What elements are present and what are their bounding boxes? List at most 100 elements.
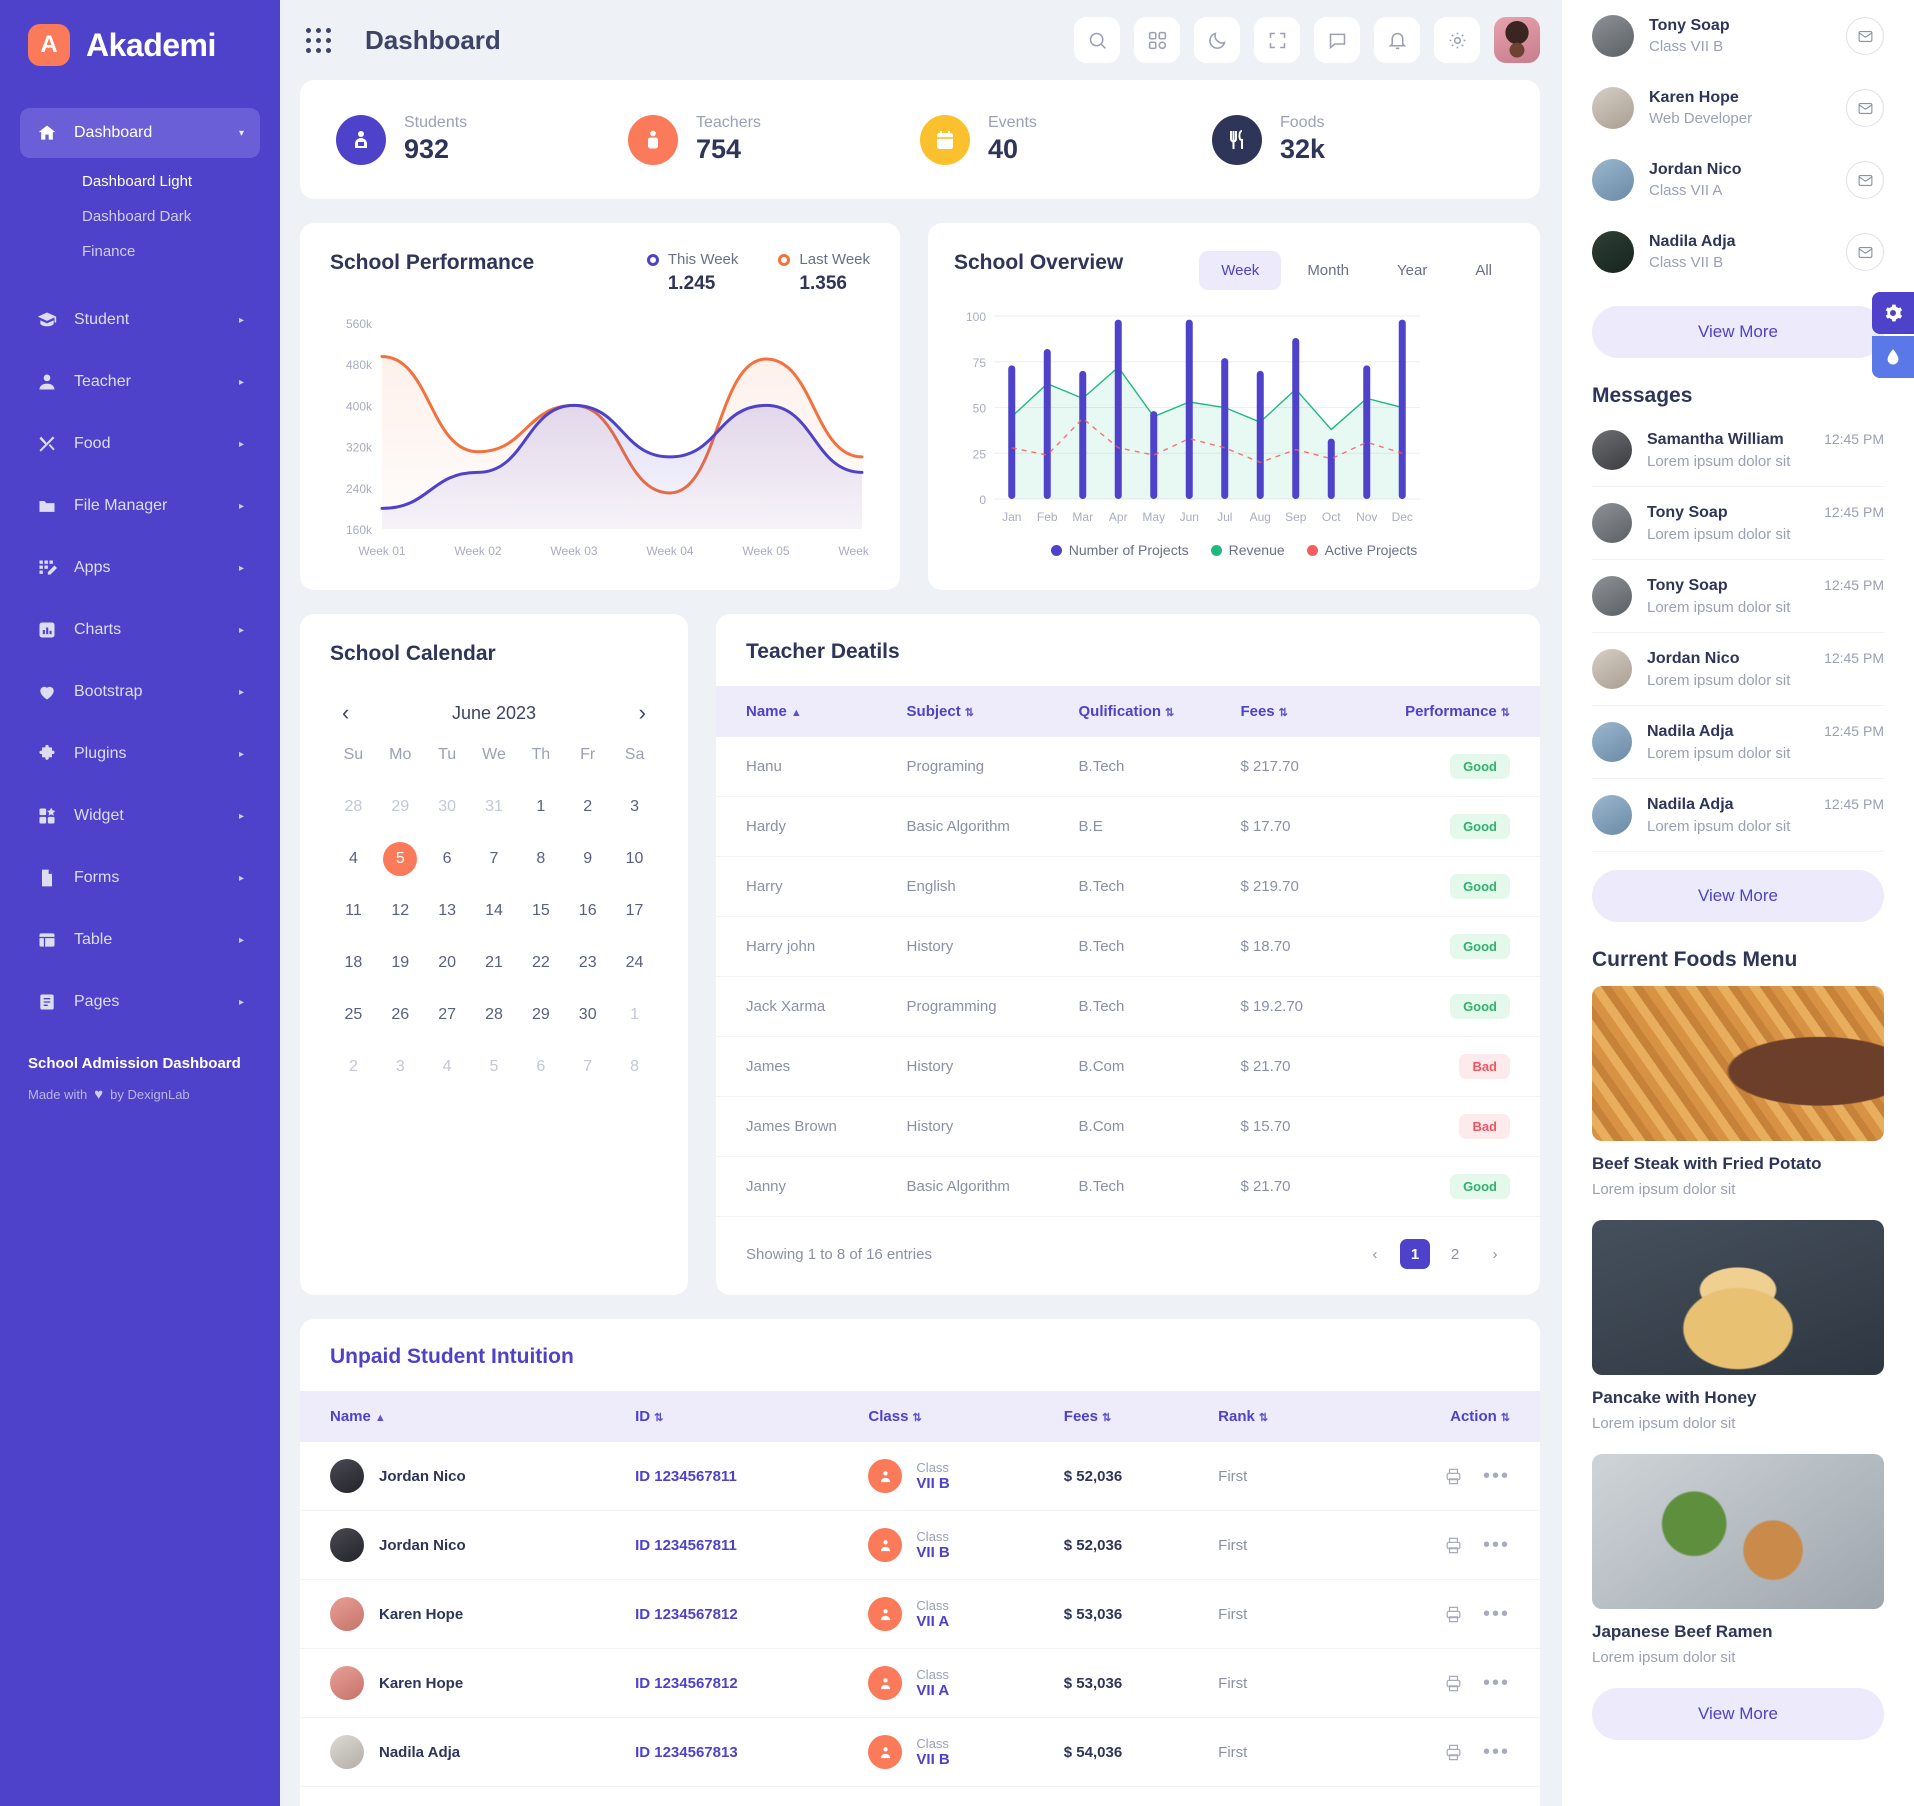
sidebar-item-charts[interactable]: Charts ▸ (20, 605, 260, 655)
calendar-day[interactable]: 28 (330, 790, 377, 824)
prev-page-icon[interactable]: ‹ (1360, 1239, 1390, 1269)
sidebar-item-student[interactable]: Student ▸ (20, 295, 260, 345)
foods-view-more-button[interactable]: View More (1592, 1688, 1884, 1740)
calendar-day[interactable]: 12 (377, 894, 424, 928)
calendar-day[interactable]: 11 (330, 894, 377, 928)
calendar-day[interactable]: 20 (424, 946, 471, 980)
calendar-day[interactable]: 10 (611, 842, 658, 876)
calendar-day[interactable]: 7 (564, 1050, 611, 1084)
mail-icon[interactable] (1846, 89, 1884, 127)
droplet-icon[interactable] (1872, 336, 1914, 378)
calendar-day[interactable]: 29 (377, 790, 424, 824)
calendar-day[interactable]: 1 (611, 998, 658, 1032)
sidebar-item-apps[interactable]: Apps ▸ (20, 543, 260, 593)
calendar-day[interactable]: 27 (424, 998, 471, 1032)
calendar-day[interactable]: 30 (424, 790, 471, 824)
calendar-day[interactable]: 7 (471, 842, 518, 876)
more-options-icon[interactable]: ••• (1483, 1466, 1510, 1486)
calendar-next-icon[interactable]: › (633, 700, 652, 726)
teacher-col-performance[interactable]: Performance ⇅ (1345, 686, 1540, 737)
mail-icon[interactable] (1846, 161, 1884, 199)
next-page-icon[interactable]: › (1480, 1239, 1510, 1269)
page-1-button[interactable]: 1 (1400, 1239, 1430, 1269)
mail-icon[interactable] (1846, 17, 1884, 55)
more-options-icon[interactable]: ••• (1483, 1742, 1510, 1762)
more-options-icon[interactable]: ••• (1483, 1673, 1510, 1693)
sidebar-item-forms[interactable]: Forms ▸ (20, 853, 260, 903)
calendar-day[interactable]: 19 (377, 946, 424, 980)
sidebar-item-plugins[interactable]: Plugins ▸ (20, 729, 260, 779)
fullscreen-icon[interactable] (1254, 17, 1300, 63)
calendar-day[interactable]: 22 (517, 946, 564, 980)
calendar-day[interactable]: 28 (471, 998, 518, 1032)
calendar-day[interactable]: 5 (471, 1050, 518, 1084)
teacher-col-qulification[interactable]: Qulification ⇅ (1064, 686, 1227, 737)
sidebar-item-teacher[interactable]: Teacher ▸ (20, 357, 260, 407)
page-2-button[interactable]: 2 (1440, 1239, 1470, 1269)
sidebar-item-pages[interactable]: Pages ▸ (20, 977, 260, 1027)
food-item[interactable]: Pancake with Honey Lorem ipsum dolor sit (1592, 1220, 1884, 1432)
calendar-day[interactable]: 9 (564, 842, 611, 876)
sidebar-item-widget[interactable]: Widget ▸ (20, 791, 260, 841)
calendar-day[interactable]: 1 (517, 790, 564, 824)
overview-range-all[interactable]: All (1453, 251, 1514, 290)
sidebar-item-dashboard[interactable]: Dashboard ▾ (20, 108, 260, 158)
calendar-day[interactable]: 23 (564, 946, 611, 980)
list-item[interactable]: Tony Soap Class VII B (1592, 0, 1884, 72)
unpaid-col-action[interactable]: Action ⇅ (1343, 1391, 1540, 1442)
calendar-day[interactable]: 15 (517, 894, 564, 928)
list-item[interactable]: Karen Hope Web Developer (1592, 72, 1884, 144)
calendar-day[interactable]: 16 (564, 894, 611, 928)
unpaid-col-class[interactable]: Class ⇅ (854, 1391, 1050, 1442)
messages-view-more-button[interactable]: View More (1592, 870, 1884, 922)
print-icon[interactable] (1444, 1674, 1463, 1693)
bell-icon[interactable] (1374, 17, 1420, 63)
teacher-col-name[interactable]: Name ▲ (716, 686, 893, 737)
print-icon[interactable] (1444, 1536, 1463, 1555)
overview-range-week[interactable]: Week (1199, 251, 1282, 290)
gear-icon[interactable] (1872, 292, 1914, 334)
more-options-icon[interactable]: ••• (1483, 1535, 1510, 1555)
teacher-col-fees[interactable]: Fees ⇅ (1226, 686, 1345, 737)
calendar-day[interactable]: 29 (517, 998, 564, 1032)
gear-icon[interactable] (1434, 17, 1480, 63)
unpaid-col-rank[interactable]: Rank ⇅ (1204, 1391, 1344, 1442)
print-icon[interactable] (1444, 1743, 1463, 1762)
calendar-day[interactable]: 2 (564, 790, 611, 824)
list-item[interactable]: Jordan Nico Class VII A (1592, 144, 1884, 216)
message-item[interactable]: Samantha William 12:45 PM Lorem ipsum dolo… (1592, 414, 1884, 487)
chat-icon[interactable] (1314, 17, 1360, 63)
overview-range-year[interactable]: Year (1375, 251, 1449, 290)
list-item[interactable]: Nadila Adja Class VII B (1592, 216, 1884, 288)
calendar-day[interactable]: 17 (611, 894, 658, 928)
calendar-day[interactable]: 18 (330, 946, 377, 980)
people-view-more-button[interactable]: View More (1592, 306, 1884, 358)
message-item[interactable]: Tony Soap 12:45 PM Lorem ipsum dolor sit (1592, 487, 1884, 560)
print-icon[interactable] (1444, 1467, 1463, 1486)
calendar-day[interactable]: 14 (471, 894, 518, 928)
calendar-day[interactable]: 24 (611, 946, 658, 980)
calendar-day[interactable]: 21 (471, 946, 518, 980)
nav-toggle-icon[interactable] (300, 22, 337, 59)
search-icon[interactable] (1074, 17, 1120, 63)
calendar-day[interactable]: 6 (517, 1050, 564, 1084)
calendar-prev-icon[interactable]: ‹ (336, 700, 355, 726)
calendar-day[interactable]: 25 (330, 998, 377, 1032)
moon-icon[interactable] (1194, 17, 1240, 63)
sidebar-item-file-manager[interactable]: File Manager ▸ (20, 481, 260, 531)
sidebar-item-food[interactable]: Food ▸ (20, 419, 260, 469)
sidebar-item-table[interactable]: Table ▸ (20, 915, 260, 965)
avatar[interactable] (1494, 17, 1540, 63)
calendar-day[interactable]: 5 (377, 842, 424, 876)
mail-icon[interactable] (1846, 233, 1884, 271)
unpaid-col-name[interactable]: Name ▲ (300, 1391, 622, 1442)
message-item[interactable]: Nadila Adja 12:45 PM Lorem ipsum dolor sit (1592, 706, 1884, 779)
message-item[interactable]: Nadila Adja 12:45 PM Lorem ipsum dolor sit (1592, 779, 1884, 852)
food-item[interactable]: Beef Steak with Fried Potato Lorem ipsum … (1592, 986, 1884, 1198)
sidebar-subitem-dashboard-light[interactable]: Dashboard Light (20, 164, 260, 199)
more-options-icon[interactable]: ••• (1483, 1604, 1510, 1624)
overview-range-month[interactable]: Month (1285, 251, 1371, 290)
sidebar-item-bootstrap[interactable]: Bootstrap ▸ (20, 667, 260, 717)
calendar-day[interactable]: 3 (611, 790, 658, 824)
calendar-day[interactable]: 2 (330, 1050, 377, 1084)
